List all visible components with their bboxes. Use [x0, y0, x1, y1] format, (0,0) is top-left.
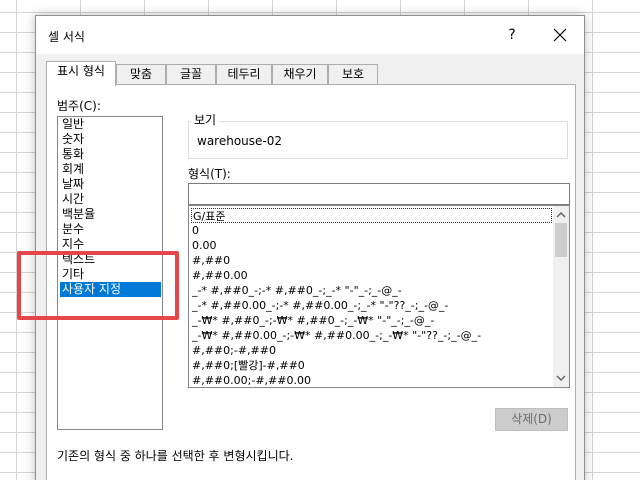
format-code-input[interactable]	[188, 183, 570, 205]
format-item[interactable]: #,##0;-#,##0	[191, 343, 276, 358]
description-text: 기존의 형식 중 하나를 선택한 후 변형시킵니다.	[57, 449, 294, 463]
category-item[interactable]: 분수	[60, 222, 160, 237]
format-item[interactable]: #,##0.00	[191, 268, 248, 283]
close-button[interactable]	[542, 22, 578, 48]
tab-alignment[interactable]: 맞춤	[116, 64, 166, 85]
category-item[interactable]: 숫자	[60, 132, 160, 147]
category-item[interactable]: 통화	[60, 147, 160, 162]
category-item[interactable]: 기타	[60, 267, 160, 282]
title-bar: 셀 서식 ?	[36, 16, 584, 54]
category-item[interactable]: 텍스트	[60, 252, 160, 267]
preview-value: warehouse-02	[197, 134, 283, 148]
format-label: 형식(T):	[188, 167, 231, 181]
tab-protection[interactable]: 보호	[328, 64, 378, 85]
number-tab-panel: 범주(C): 일반 숫자 통화 회계 날짜 시간 백분율 분수 지수 텍스트 기…	[46, 84, 576, 480]
tab-number[interactable]: 표시 형식	[46, 61, 116, 86]
format-item[interactable]: _-* #,##0.00_-;-* #,##0.00_-;_-* "-"??_-…	[191, 298, 448, 313]
format-scrollbar[interactable]	[553, 206, 569, 387]
format-item[interactable]: #,##0.00;-#,##0.00	[191, 373, 311, 387]
category-listbox[interactable]: 일반 숫자 통화 회계 날짜 시간 백분율 분수 지수 텍스트 기타 사용자 지…	[57, 116, 163, 430]
category-item[interactable]: 날짜	[60, 177, 160, 192]
category-item[interactable]: 일반	[60, 117, 160, 132]
tab-border[interactable]: 테두리	[216, 64, 272, 85]
scroll-thumb[interactable]	[555, 223, 567, 257]
preview-label: 보기	[191, 111, 220, 128]
category-item[interactable]: 백분율	[60, 207, 160, 222]
format-item[interactable]: _-₩* #,##0_-;-₩* #,##0_-;_-₩* "-"_-;_-@_…	[191, 313, 434, 328]
format-item[interactable]: #,##0	[191, 253, 230, 268]
format-item-selected[interactable]: G/표준	[191, 208, 552, 223]
category-item-selected[interactable]: 사용자 지정	[60, 282, 161, 297]
category-item[interactable]: 지수	[60, 237, 160, 252]
format-item[interactable]: 0.00	[191, 238, 217, 253]
preview-group: warehouse-02	[188, 121, 568, 159]
category-label: 범주(C):	[57, 99, 101, 113]
help-button[interactable]: ?	[498, 22, 526, 48]
category-item[interactable]: 회계	[60, 162, 160, 177]
delete-button[interactable]: 삭제(D)	[495, 408, 568, 431]
scroll-up-icon[interactable]	[556, 210, 566, 220]
close-icon	[553, 28, 567, 42]
tab-fill[interactable]: 채우기	[272, 64, 328, 85]
format-cells-dialog: 셀 서식 ? 표시 형식 맞춤 글꼴 테두리 채우기 보호 범주(C): 일반 …	[35, 15, 585, 480]
scroll-down-icon[interactable]	[556, 373, 566, 383]
format-listbox[interactable]: G/표준 0 0.00 #,##0 #,##0.00 _-* #,##0_-;-…	[188, 205, 570, 388]
format-item[interactable]: #,##0;[빨강]-#,##0	[191, 358, 305, 373]
format-item[interactable]: _-* #,##0_-;-* #,##0_-;_-* "-"_-;_-@_-	[191, 283, 402, 298]
format-item[interactable]: 0	[191, 223, 199, 238]
category-item[interactable]: 시간	[60, 192, 160, 207]
dialog-title: 셀 서식	[48, 30, 85, 44]
tab-font[interactable]: 글꼴	[166, 64, 216, 85]
format-item[interactable]: _-₩* #,##0.00_-;-₩* #,##0.00_-;_-₩* "-"?…	[191, 328, 481, 343]
